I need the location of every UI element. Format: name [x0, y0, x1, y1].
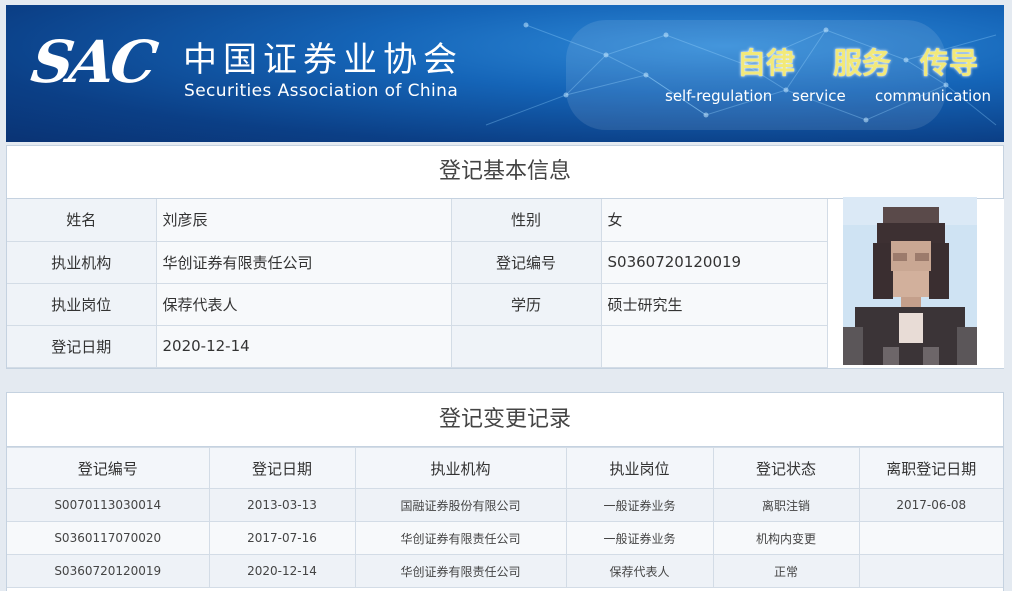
table-row: 执业机构 华创证券有限责任公司 登记编号 S0360720120019: [7, 240, 828, 284]
cell-status: 正常: [712, 554, 860, 588]
reg-date-value: 2020-12-14: [155, 324, 452, 368]
slogan-service-cn: 服务: [833, 46, 892, 80]
cell-leave-date: [858, 521, 1003, 555]
cell-leave-date: [858, 554, 1003, 588]
gender-label: 性别: [450, 199, 602, 242]
column-header-status: 登记状态: [712, 447, 860, 489]
position-label: 执业岗位: [7, 282, 157, 326]
cell-institution: 国融证券股份有限公司: [354, 488, 567, 522]
org-name-cn: 中国证券业协会: [183, 40, 463, 80]
empty-cell: [450, 324, 602, 368]
table-row: S0070113030014 2013-03-13 国融证券股份有限公司 一般证…: [7, 488, 1003, 522]
slogan-self-regulation-en: self-regulation: [665, 87, 773, 105]
slogan-self-regulation-cn: 自律: [737, 46, 796, 80]
gender-value: 女: [600, 199, 828, 242]
column-header-reg-no: 登记编号: [7, 447, 210, 489]
table-row: 执业岗位 保荐代表人 学历 硕士研究生: [7, 282, 828, 326]
change-records-title: 登记变更记录: [7, 393, 1003, 447]
name-label: 姓名: [7, 199, 157, 242]
cell-reg-no: S0070113030014: [7, 488, 210, 522]
basic-info-title: 登记基本信息: [7, 146, 1003, 199]
column-header-reg-date: 登记日期: [208, 447, 356, 489]
slogan-service-en: service: [792, 87, 846, 105]
table-row: S0360117070020 2017-07-16 华创证券有限责任公司 一般证…: [7, 521, 1003, 555]
education-value: 硕士研究生: [600, 282, 828, 326]
name-value: 刘彦辰: [155, 199, 452, 242]
institution-value: 华创证券有限责任公司: [155, 240, 452, 284]
cell-institution: 华创证券有限责任公司: [354, 521, 567, 555]
table-row: 登记日期 2020-12-14: [7, 324, 828, 368]
cell-institution: 华创证券有限责任公司: [354, 554, 567, 588]
cell-reg-date: 2020-12-14: [208, 554, 356, 588]
sac-logo: SAC: [27, 28, 158, 96]
cell-leave-date: 2017-06-08: [858, 488, 1003, 522]
cell-status: 离职注销: [712, 488, 860, 522]
table-row: 姓名 刘彦辰 性别 女: [7, 199, 828, 242]
cell-position: 保荐代表人: [565, 554, 714, 588]
slogan-communication-cn: 传导: [920, 46, 979, 80]
slogan-communication-en: communication: [875, 87, 992, 105]
reg-no-label: 登记编号: [450, 240, 602, 284]
column-header-position: 执业岗位: [565, 447, 714, 489]
column-header-institution: 执业机构: [354, 447, 567, 489]
change-records-panel: 登记变更记录 登记编号 登记日期 执业机构 执业岗位 登记状态 离职登记日期 S…: [6, 392, 1004, 591]
cell-position: 一般证券业务: [565, 488, 714, 522]
cell-reg-date: 2013-03-13: [208, 488, 356, 522]
cell-reg-no: S0360117070020: [7, 521, 210, 555]
cell-position: 一般证券业务: [565, 521, 714, 555]
column-header-leave-date: 离职登记日期: [858, 447, 1003, 489]
empty-cell: [600, 324, 828, 368]
cell-status: 机构内变更: [712, 521, 860, 555]
cell-reg-date: 2017-07-16: [208, 521, 356, 555]
header-banner: SAC 中国证券业协会 Securities Association of Ch…: [6, 5, 1004, 142]
table-header-row: 登记编号 登记日期 执业机构 执业岗位 登记状态 离职登记日期: [7, 447, 1003, 489]
basic-info-table: 姓名 刘彦辰 性别 女 执业机构 华创证券有限责任公司 登记编号 S036072…: [7, 199, 828, 368]
reg-date-label: 登记日期: [7, 324, 157, 368]
table-row: S0360720120019 2020-12-14 华创证券有限责任公司 保荐代…: [7, 554, 1003, 588]
position-value: 保荐代表人: [155, 282, 452, 326]
change-records-table: 登记编号 登记日期 执业机构 执业岗位 登记状态 离职登记日期 S0070113…: [7, 447, 1003, 588]
education-label: 学历: [450, 282, 602, 326]
profile-photo: [843, 197, 977, 365]
cell-reg-no: S0360720120019: [7, 554, 210, 588]
institution-label: 执业机构: [7, 240, 157, 284]
reg-no-value: S0360720120019: [600, 240, 828, 284]
org-name-en: Securities Association of China: [184, 81, 459, 101]
